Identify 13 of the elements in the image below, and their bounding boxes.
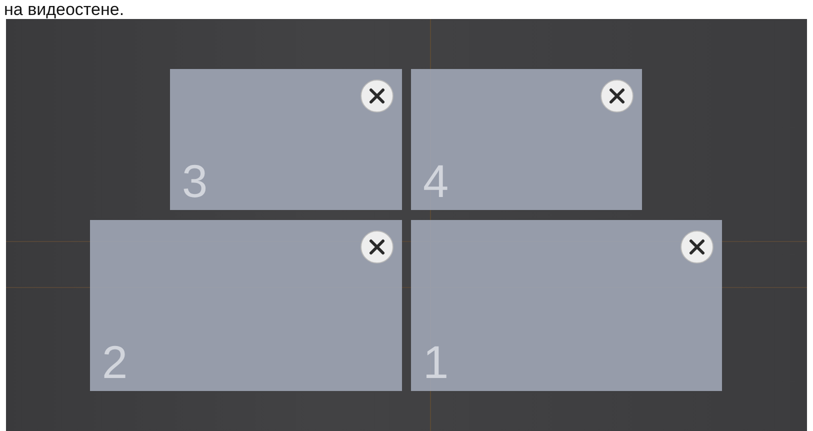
screen-number: 4 [423,158,449,204]
caption-text: на видеостене. [3,0,126,19]
screen-number: 1 [423,339,449,385]
screen-number: 3 [182,158,208,204]
screen-tile[interactable]: 2 [90,220,402,391]
screen-tile[interactable]: 4 [411,69,642,210]
screen-number: 2 [102,339,128,385]
close-icon[interactable] [360,79,394,113]
close-icon[interactable] [360,230,394,264]
screen-tile[interactable]: 1 [411,220,722,391]
close-icon[interactable] [600,79,634,113]
screen-tile[interactable]: 3 [170,69,402,210]
close-icon[interactable] [680,230,714,264]
